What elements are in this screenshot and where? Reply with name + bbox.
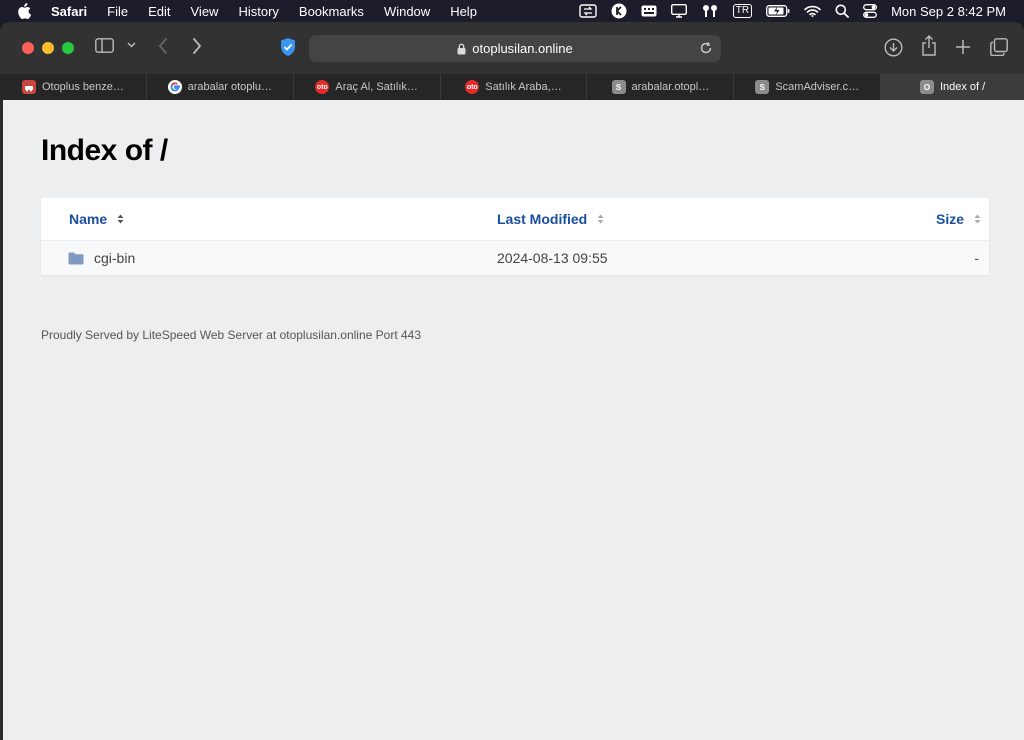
tab-google[interactable]: arabalar otoplu… — [147, 74, 294, 100]
folder-icon — [68, 252, 84, 265]
entry-modified: 2024-08-13 09:55 — [497, 250, 608, 266]
oto-favicon-icon: oto — [465, 80, 480, 94]
spotlight-search-icon[interactable] — [835, 4, 849, 18]
tab-label: Otoplus benze… — [41, 81, 124, 93]
safari-toolbar: otoplusilan.online — [0, 22, 1024, 74]
column-header-label: Name — [69, 211, 108, 227]
tab-index-of[interactable]: O Index of / — [881, 74, 1024, 100]
address-text: otoplusilan.online — [472, 41, 573, 56]
sort-icon — [974, 214, 981, 224]
reload-icon[interactable] — [699, 41, 713, 55]
menu-app-name[interactable]: Safari — [51, 4, 87, 19]
menu-help[interactable]: Help — [450, 4, 477, 19]
o-favicon-icon: O — [919, 80, 934, 94]
k-app-icon[interactable] — [611, 3, 627, 19]
directory-listing-table: Name Last Modified Size cgi-bin 2024-08-… — [41, 198, 989, 275]
menu-window[interactable]: Window — [384, 4, 430, 19]
tab-label: Araç Al, Satılık… — [335, 81, 418, 93]
menu-history[interactable]: History — [238, 4, 278, 19]
column-header-label: Size — [935, 211, 964, 227]
wifi-icon[interactable] — [804, 5, 821, 17]
table-row[interactable]: cgi-bin 2024-08-13 09:55 - — [41, 241, 989, 275]
menubar-status-area: TR Mon Sep 2 8:42 PM — [579, 0, 1024, 22]
entry-name-link[interactable]: cgi-bin — [94, 250, 135, 266]
downloads-icon[interactable] — [884, 38, 903, 57]
folder-entry[interactable]: cgi-bin — [68, 250, 135, 266]
input-source-icon[interactable]: TR — [732, 4, 753, 18]
zoom-window-button[interactable] — [62, 42, 74, 54]
menu-bookmarks[interactable]: Bookmarks — [299, 4, 364, 19]
chevron-down-icon[interactable] — [127, 42, 136, 48]
otoplus-favicon-icon — [21, 80, 36, 94]
tab-arabalar-otoplus[interactable]: S arabalar.otopl… — [587, 74, 735, 100]
menu-edit[interactable]: Edit — [148, 4, 170, 19]
address-bar[interactable]: otoplusilan.online — [309, 35, 721, 62]
tab-label: Satılık Araba,… — [485, 81, 562, 93]
tab-label: ScamAdviser.c… — [775, 81, 860, 93]
tab-bar: Otoplus benze… arabalar otoplu… oto Araç… — [0, 74, 1024, 100]
screen-mirroring-icon[interactable] — [670, 4, 687, 18]
new-tab-icon[interactable] — [955, 39, 971, 55]
sidebar-toggle-icon[interactable] — [95, 38, 114, 53]
column-header-label: Last Modified — [497, 211, 588, 227]
macos-menubar: Safari File Edit View History Bookmarks … — [0, 0, 1024, 22]
menu-file[interactable]: File — [107, 4, 128, 19]
tab-label: arabalar.otopl… — [631, 81, 710, 93]
google-favicon-icon — [167, 80, 182, 94]
page-content: Index of / Name Last Modified Size cgi-b… — [3, 100, 1024, 740]
tab-satilik-araba[interactable]: oto Satılık Araba,… — [441, 74, 588, 100]
server-footer: Proudly Served by LiteSpeed Web Server a… — [41, 328, 422, 342]
tab-overview-icon[interactable] — [990, 38, 1008, 56]
entry-size: - — [974, 250, 979, 266]
forward-button-icon[interactable] — [192, 38, 202, 54]
back-button-icon[interactable] — [158, 38, 168, 54]
tab-arac-al[interactable]: oto Araç Al, Satılık… — [294, 74, 441, 100]
tab-label: Index of / — [939, 81, 986, 93]
keyboard-icon[interactable] — [641, 5, 657, 17]
safari-window: otoplusilan.online Otoplus benze… arabal… — [0, 22, 1024, 740]
close-window-button[interactable] — [22, 42, 34, 54]
display-switch-icon[interactable] — [579, 4, 597, 18]
apple-menu-icon[interactable] — [17, 3, 33, 19]
tab-label: arabalar otoplu… — [187, 81, 272, 93]
s-favicon-icon: S — [755, 80, 770, 94]
share-icon[interactable] — [921, 35, 937, 56]
column-header-name[interactable]: Name — [69, 211, 124, 227]
s-favicon-icon: S — [611, 80, 626, 94]
page-title: Index of / — [41, 134, 168, 167]
tab-scamadviser[interactable]: S ScamAdviser.c… — [734, 74, 882, 100]
privacy-shield-icon[interactable] — [279, 37, 297, 57]
sort-icon — [117, 214, 124, 224]
oto-favicon-icon: oto — [315, 80, 330, 94]
battery-icon[interactable] — [766, 5, 790, 17]
tab-otoplus[interactable]: Otoplus benze… — [0, 74, 147, 100]
menubar-clock[interactable]: Mon Sep 2 8:42 PM — [891, 4, 1006, 19]
column-header-size[interactable]: Size — [936, 211, 981, 227]
airpods-icon[interactable] — [701, 4, 719, 18]
control-center-icon[interactable] — [863, 4, 878, 18]
table-header: Name Last Modified Size — [41, 198, 989, 241]
window-controls — [22, 42, 82, 54]
lock-icon — [457, 43, 466, 55]
menu-view[interactable]: View — [191, 4, 219, 19]
minimize-window-button[interactable] — [42, 42, 54, 54]
column-header-last-modified[interactable]: Last Modified — [497, 211, 604, 227]
input-source-label: TR — [732, 4, 753, 18]
sort-icon — [597, 214, 604, 224]
